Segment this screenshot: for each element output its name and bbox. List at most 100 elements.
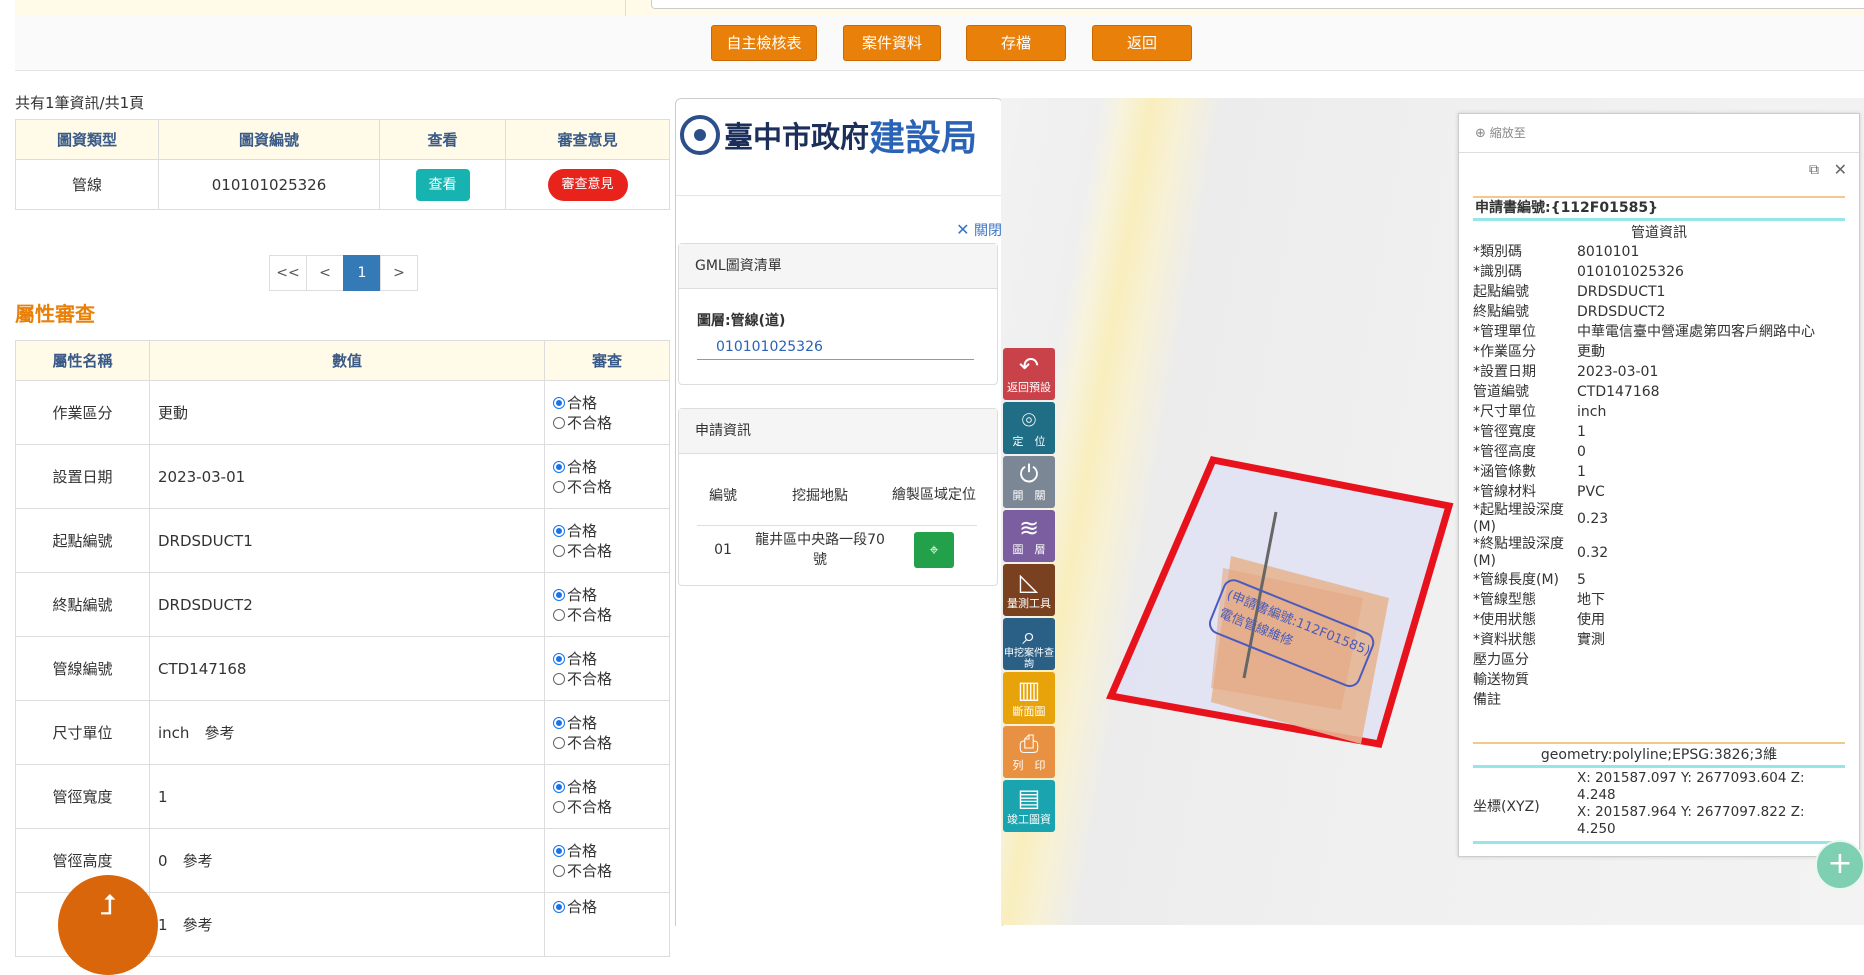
crosshair-icon: ⌖ xyxy=(929,540,939,560)
pass-radio[interactable]: 合格 xyxy=(553,585,668,605)
fail-radio[interactable]: 不合格 xyxy=(553,669,668,689)
pass-radio[interactable]: 合格 xyxy=(553,521,668,541)
self-check-button[interactable]: 自主檢核表 xyxy=(711,25,817,61)
info-value: 0.23 xyxy=(1577,511,1609,527)
attr-ref: 參考 xyxy=(182,916,213,934)
pass-radio[interactable]: 合格 xyxy=(553,713,668,733)
pass-label: 合格 xyxy=(567,521,598,540)
pass-radio[interactable]: 合格 xyxy=(553,777,668,797)
attribute-table: 屬性名稱 數值 審查 作業區分 更動 合格 不合格 設置日期 2023-03-0… xyxy=(15,340,670,957)
review-opinion-button[interactable]: 審查意見 xyxy=(547,168,628,201)
fail-radio[interactable]: 不合格 xyxy=(553,797,668,817)
info-rows: *類別碼 8010101 *識別碼 010101025326 起點編號 DRDSDUC… xyxy=(1473,242,1845,710)
zoom-search[interactable]: ⊕ 縮放至 xyxy=(1459,114,1859,153)
cell-id: 010101025326 xyxy=(158,159,380,210)
col-header: 圖資編號 xyxy=(158,119,380,160)
layer-label: 圖層:管線(道) xyxy=(697,313,786,329)
scroll-top-button[interactable]: ⮥ xyxy=(58,875,158,975)
attr-name: 作業區分 xyxy=(15,380,150,445)
table-row: 作業區分 更動 合格 不合格 xyxy=(15,380,670,445)
info-value: 5 xyxy=(1577,572,1586,588)
add-button[interactable]: + xyxy=(1815,840,1864,890)
attr-name: 尺寸單位 xyxy=(15,700,150,765)
locate-area-button[interactable]: ⌖ xyxy=(914,532,954,569)
info-value: 使用 xyxy=(1577,612,1605,628)
fail-label: 不合格 xyxy=(567,605,613,624)
pass-label: 合格 xyxy=(567,898,598,916)
info-key: *類別碼 xyxy=(1473,244,1522,260)
col-header: 審查 xyxy=(544,340,670,381)
attr-ref: 參考 xyxy=(182,852,213,870)
section-icon: ▥ xyxy=(1017,676,1041,704)
radio-icon xyxy=(553,524,565,537)
info-key: *管徑高度 xyxy=(1473,444,1536,460)
zoom-label: 縮放至 xyxy=(1489,126,1526,140)
fail-radio[interactable]: 不合格 xyxy=(553,541,668,561)
pass-radio[interactable]: 合格 xyxy=(553,897,668,917)
attr-name: 管徑寬度 xyxy=(15,764,150,829)
back-button[interactable]: 返回 xyxy=(1092,25,1192,61)
apply-no: 01 xyxy=(714,542,732,559)
pass-radio[interactable]: 合格 xyxy=(553,841,668,861)
case-data-button[interactable]: 案件資料 xyxy=(843,25,941,61)
next-page-button[interactable]: > xyxy=(380,255,418,291)
info-key: *終點埋設深度(M) xyxy=(1473,536,1564,569)
magnifier-icon: ⌕ xyxy=(1022,622,1036,650)
pass-label: 合格 xyxy=(567,585,598,604)
info-key: 起點編號 xyxy=(1473,284,1529,300)
info-value: CTD147168 xyxy=(1577,384,1660,400)
view-button[interactable]: 查看 xyxy=(415,168,470,201)
fail-radio[interactable]: 不合格 xyxy=(553,477,668,497)
close-panel-link[interactable]: ✕ 關閉 xyxy=(956,220,1002,240)
layers-button[interactable]: ≋ 圖 層 xyxy=(1003,510,1055,562)
return-default-button[interactable]: ↶ 返回預設 xyxy=(1003,348,1055,400)
info-row: *管徑寬度 1 xyxy=(1473,422,1845,442)
info-row: *資料狀態 實測 xyxy=(1473,630,1845,650)
close-label: 關閉 xyxy=(974,223,1002,239)
case-query-button[interactable]: ⌕ 申挖案件查詢 xyxy=(1003,618,1055,670)
info-row: *管徑高度 0 xyxy=(1473,442,1845,462)
top-input[interactable] xyxy=(651,0,1864,9)
section-button[interactable]: ▥ 斷面圖 xyxy=(1003,672,1055,724)
tool-label: 斷面圖 xyxy=(1012,705,1046,718)
tool-label: 列 印 xyxy=(1012,759,1046,772)
close-icon[interactable]: ✕ xyxy=(1834,160,1847,179)
info-value: 1 xyxy=(1577,424,1586,440)
info-key: *資料狀態 xyxy=(1473,632,1536,648)
pass-label: 合格 xyxy=(567,393,598,412)
locate-button[interactable]: ⌾ 定 位 xyxy=(1003,402,1055,454)
attr-value: CTD147168 xyxy=(158,660,247,678)
restore-window-icon[interactable]: ⧉ xyxy=(1809,162,1819,178)
info-row: *使用狀態 使用 xyxy=(1473,610,1845,630)
attr-value: 更動 xyxy=(158,404,189,422)
fail-radio[interactable]: 不合格 xyxy=(553,413,668,433)
fail-radio[interactable]: 不合格 xyxy=(553,733,668,753)
return-icon: ↶ xyxy=(1018,352,1040,380)
fail-radio[interactable]: 不合格 xyxy=(553,605,668,625)
print-button[interactable]: ⎙ 列 印 xyxy=(1003,726,1055,778)
first-page-button[interactable]: << xyxy=(269,255,307,291)
pass-radio[interactable]: 合格 xyxy=(553,649,668,669)
toggle-button[interactable]: ⏻ 開 關 xyxy=(1003,456,1055,508)
pass-radio[interactable]: 合格 xyxy=(553,457,668,477)
info-key: *管線型態 xyxy=(1473,592,1536,608)
layer-item-link[interactable]: 010101025326 xyxy=(697,334,974,360)
prev-page-button[interactable]: < xyxy=(306,255,344,291)
attr-name: 設置日期 xyxy=(15,444,150,509)
save-button[interactable]: 存檔 xyxy=(966,25,1066,61)
logo: 臺中市政府 建設局 xyxy=(680,111,977,159)
completion-data-button[interactable]: ▤ 竣工圖資 xyxy=(1003,780,1055,832)
radio-icon xyxy=(553,480,565,493)
attr-value: 2023-03-01 xyxy=(158,468,246,486)
fail-radio[interactable]: 不合格 xyxy=(553,861,668,881)
pass-radio[interactable]: 合格 xyxy=(553,393,668,413)
col-header: 數值 xyxy=(149,340,545,381)
info-row: *管線長度(M) 5 xyxy=(1473,570,1845,590)
page-1-button[interactable]: 1 xyxy=(343,255,381,291)
measure-button[interactable]: ◺ 量測工具 xyxy=(1003,564,1055,616)
attr-value: 1 xyxy=(158,916,168,934)
tool-label: 竣工圖資 xyxy=(1007,813,1051,826)
table-row: 尺寸單位 inch 參考 合格 不合格 xyxy=(15,700,670,765)
info-key: *涵管條數 xyxy=(1473,464,1536,480)
info-row: *終點埋設深度(M) 0.32 xyxy=(1473,536,1845,570)
